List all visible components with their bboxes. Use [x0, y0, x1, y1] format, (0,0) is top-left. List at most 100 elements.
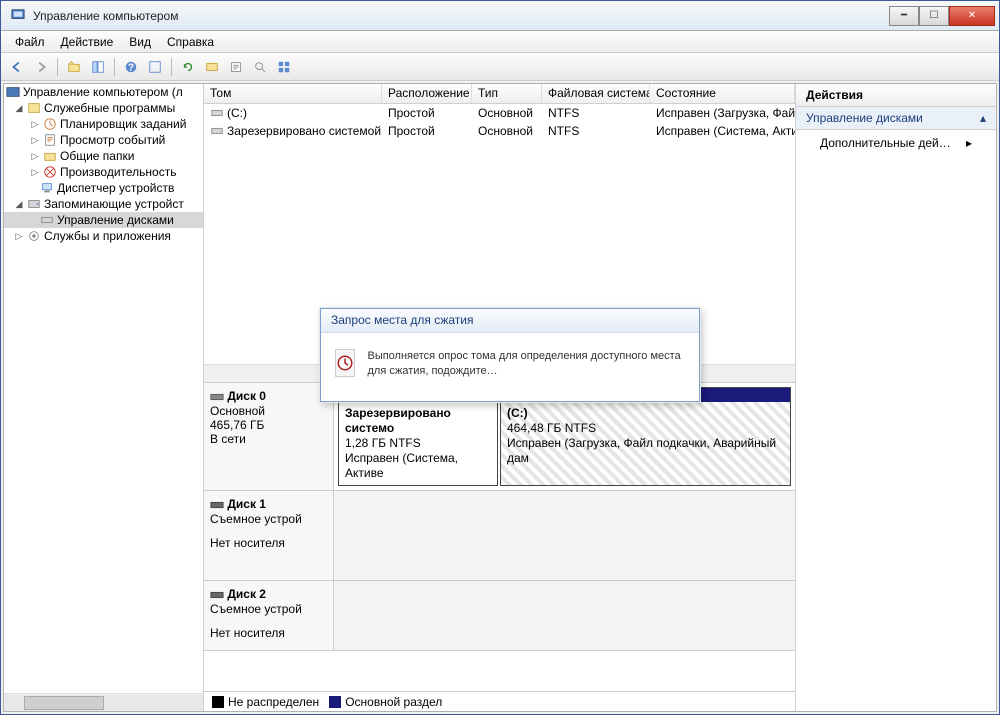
tree-hscrollbar[interactable] [4, 693, 203, 711]
col-status[interactable]: Состояние [650, 84, 795, 103]
tree-label: Производительность [60, 165, 176, 179]
tree-services-apps[interactable]: ▷ Службы и приложения [4, 228, 203, 244]
actions-panel: Действия Управление дисками ▴ Дополнител… [796, 84, 996, 711]
tree-label: Запоминающие устройст [44, 197, 184, 211]
cell: Простой [382, 105, 472, 121]
tool-button[interactable] [250, 57, 270, 77]
disk-row: Диск 2 Съемное устрой Нет носителя [204, 581, 795, 651]
menubar: Файл Действие Вид Справка [1, 31, 999, 53]
expand-icon[interactable]: ▷ [30, 119, 40, 130]
tree-root[interactable]: Управление компьютером (л [4, 84, 203, 100]
actions-header: Действия [796, 84, 996, 107]
tree-label: Управление дисками [57, 213, 174, 227]
toolbar: ? [1, 53, 999, 81]
tree-device-manager[interactable]: Диспетчер устройств [4, 180, 203, 196]
disk-status: В сети [210, 432, 327, 446]
minimize-button[interactable]: ━ [889, 6, 919, 26]
disk-status: Нет носителя [210, 626, 327, 640]
dialog-title: Запрос места для сжатия [321, 309, 699, 333]
expand-icon[interactable]: ◢ [14, 199, 24, 210]
toolbar-sep [114, 58, 115, 76]
volume-row[interactable]: Зарезервировано системой Простой Основно… [204, 122, 795, 140]
cell: NTFS [542, 105, 650, 121]
svg-text:?: ? [128, 61, 134, 73]
disk-info[interactable]: Диск 0 Основной 465,76 ГБ В сети [204, 383, 334, 490]
cell: Простой [382, 123, 472, 139]
menu-view[interactable]: Вид [121, 33, 159, 51]
close-button[interactable]: ✕ [949, 6, 995, 26]
tree-label: Управление компьютером (л [23, 85, 183, 99]
toolbar-sep [171, 58, 172, 76]
col-volume[interactable]: Том [204, 84, 382, 103]
help-button[interactable]: ? [121, 57, 141, 77]
disk-row: Диск 1 Съемное устрой Нет носителя [204, 491, 795, 581]
tree-disk-management[interactable]: Управление дисками [4, 212, 203, 228]
cell: Исправен (Загрузка, Фай [650, 105, 795, 121]
disk-name: Диск 2 [227, 587, 266, 601]
disk-type: Съемное устрой [210, 602, 327, 616]
tree-label: Службы и приложения [44, 229, 171, 243]
actions-item-label: Дополнительные дей… [820, 136, 951, 150]
window-title: Управление компьютером [33, 9, 889, 23]
expand-icon[interactable]: ▷ [30, 135, 40, 146]
menu-file[interactable]: Файл [7, 33, 53, 51]
back-button[interactable] [7, 57, 27, 77]
disk-type: Съемное устрой [210, 512, 327, 526]
menu-action[interactable]: Действие [53, 33, 122, 51]
clock-icon [335, 349, 355, 377]
cell: NTFS [542, 123, 650, 139]
col-layout[interactable]: Расположение [382, 84, 472, 103]
disk-status: Нет носителя [210, 536, 327, 550]
tool-button[interactable] [226, 57, 246, 77]
disk-info[interactable]: Диск 1 Съемное устрой Нет носителя [204, 491, 334, 580]
col-fs[interactable]: Файловая система [542, 84, 650, 103]
tree-storage[interactable]: ◢ Запоминающие устройст [4, 196, 203, 212]
scrollbar-thumb[interactable] [24, 696, 104, 710]
disk-name: Диск 1 [227, 497, 266, 511]
menu-help[interactable]: Справка [159, 33, 222, 51]
app-icon [11, 8, 27, 24]
chevron-right-icon: ▸ [966, 136, 972, 150]
disk-info[interactable]: Диск 2 Съемное устрой Нет носителя [204, 581, 334, 650]
cell: Исправен (Система, Акти [650, 123, 795, 139]
partition-body: (C:) 464,48 ГБ NTFS Исправен (Загрузка, … [501, 402, 790, 485]
disk-name: Диск 0 [227, 389, 266, 403]
expand-icon[interactable]: ▷ [30, 167, 40, 178]
tool-button[interactable] [145, 57, 165, 77]
expand-icon[interactable]: ◢ [14, 103, 24, 114]
tree-label: Просмотр событий [60, 133, 165, 147]
cell: (C:) [204, 105, 382, 122]
actions-more[interactable]: Дополнительные дей… ▸ [796, 130, 996, 156]
tree-label: Общие папки [60, 149, 134, 163]
tree-event-viewer[interactable]: ▷ Просмотр событий [4, 132, 203, 148]
actions-section-label: Управление дисками [806, 111, 923, 125]
expand-icon[interactable]: ▷ [14, 231, 24, 242]
tree-task-scheduler[interactable]: ▷Планировщик заданий [4, 116, 203, 132]
refresh-button[interactable] [178, 57, 198, 77]
partition-body: Зарезервировано системо 1,28 ГБ NTFS Исп… [339, 402, 497, 485]
up-button[interactable] [64, 57, 84, 77]
tool-button[interactable] [202, 57, 222, 77]
legend: Не распределен Основной раздел [204, 691, 795, 711]
collapse-icon[interactable]: ▴ [980, 111, 986, 125]
shrink-query-dialog: Запрос места для сжатия Выполняется опро… [320, 308, 700, 402]
show-hide-button[interactable] [88, 57, 108, 77]
maximize-button[interactable]: ☐ [919, 6, 949, 26]
tree-label: Служебные программы [44, 101, 175, 115]
window-controls: ━ ☐ ✕ [889, 6, 995, 26]
toolbar-sep [57, 58, 58, 76]
tool-button[interactable] [274, 57, 294, 77]
tree-shared-folders[interactable]: ▷ Общие папки [4, 148, 203, 164]
legend-primary: Основной раздел [329, 695, 442, 709]
tree-performance[interactable]: ▷ Производительность [4, 164, 203, 180]
titlebar[interactable]: Управление компьютером ━ ☐ ✕ [1, 1, 999, 31]
cell: Основной [472, 105, 542, 121]
tree-label: Диспетчер устройств [57, 181, 174, 195]
expand-icon[interactable]: ▷ [30, 151, 40, 162]
disk-size: 465,76 ГБ [210, 418, 327, 432]
tree-system-tools[interactable]: ◢ Служебные программы [4, 100, 203, 116]
volume-row[interactable]: (C:) Простой Основной NTFS Исправен (Заг… [204, 104, 795, 122]
actions-section[interactable]: Управление дисками ▴ [796, 107, 996, 130]
forward-button[interactable] [31, 57, 51, 77]
col-type[interactable]: Тип [472, 84, 542, 103]
